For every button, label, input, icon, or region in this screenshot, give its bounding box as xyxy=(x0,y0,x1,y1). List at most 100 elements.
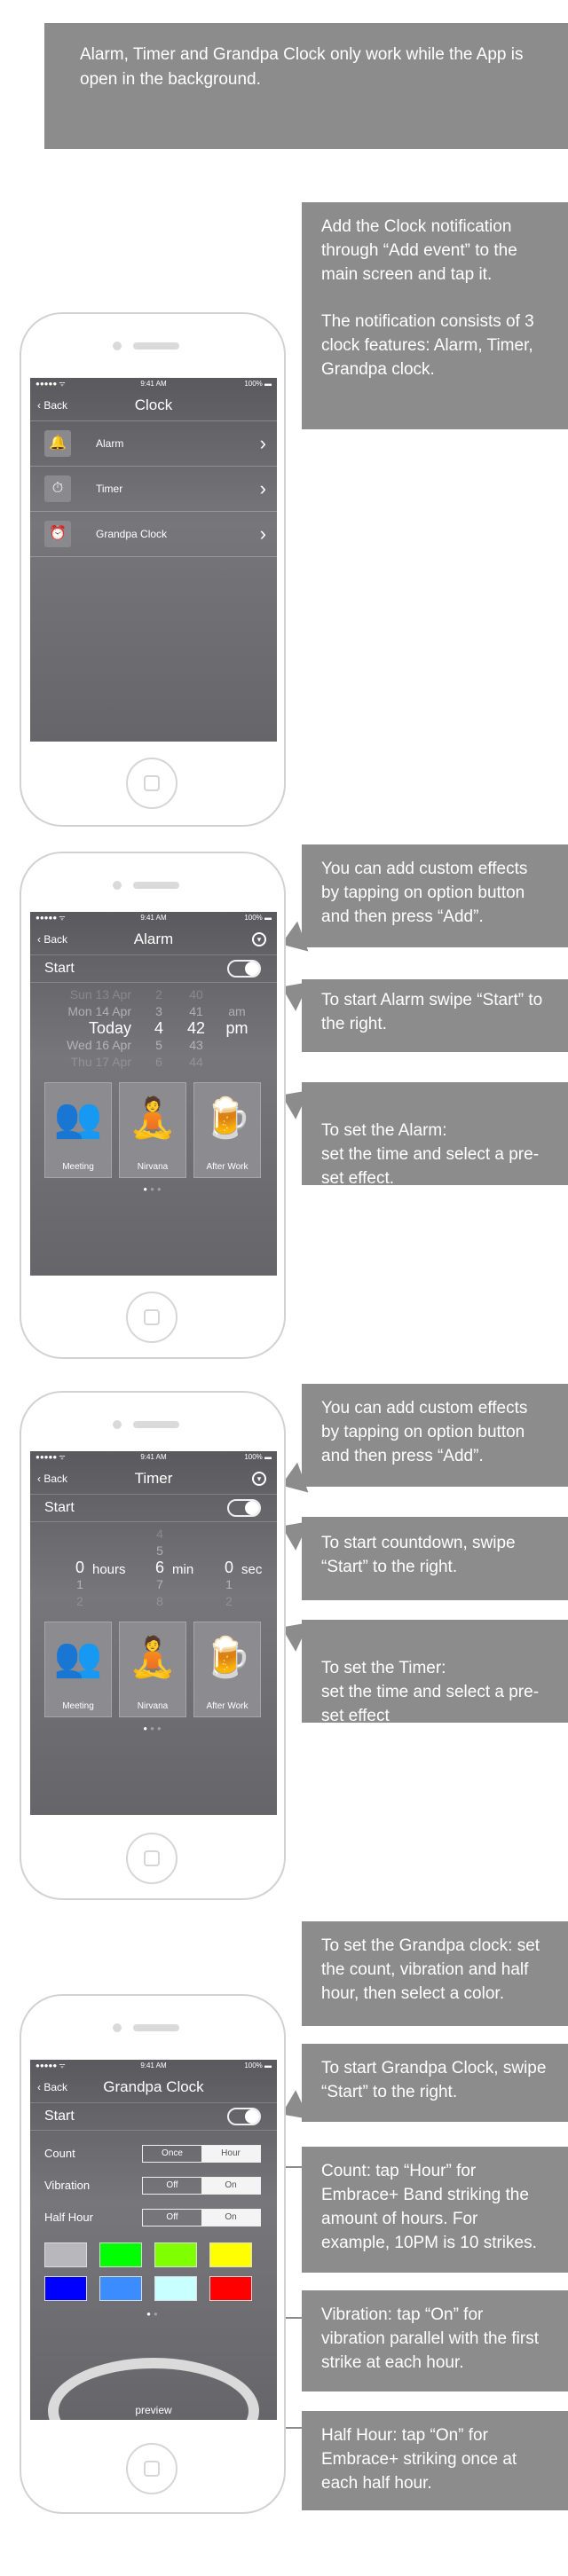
grandpa-start-callout-text: To start Grandpa Clock, swipe “Start” to… xyxy=(321,2059,547,2101)
start-toggle[interactable] xyxy=(227,1499,261,1517)
effect-meeting[interactable]: 👥 Meeting xyxy=(44,1082,112,1178)
effect-nirvana[interactable]: 🧘 Nirvana xyxy=(119,1622,186,1717)
alarm-clock-icon: ⏰ xyxy=(44,521,71,547)
half-hour-row: Half Hour Off On xyxy=(30,2202,277,2234)
alarm-set-callout-text: To set the Alarm: set the time and selec… xyxy=(321,1121,540,1188)
bell-icon: 🔔 xyxy=(44,430,71,457)
speaker xyxy=(133,1421,179,1428)
vibration-option-on[interactable]: On xyxy=(201,2178,260,2194)
ampm-column[interactable]: x am pm xyxy=(222,986,252,1037)
effect-label: Meeting xyxy=(62,1162,94,1172)
battery-indicator: 100% ▬ xyxy=(244,380,272,388)
nav-bar: ‹ Back Clock xyxy=(30,390,277,420)
vibration-option-off[interactable]: Off xyxy=(143,2178,201,2194)
timer-start-callout-text: To start countdown, swipe “Start” to the… xyxy=(321,1534,516,1576)
effect-meeting[interactable]: 👥 Meeting xyxy=(44,1622,112,1717)
grandpa-count-callout-text: Count: tap “Hour” for Embrace+ Band stri… xyxy=(321,2162,537,2252)
seconds-unit: sec xyxy=(241,1562,263,1577)
hour-column[interactable]: 2 3 4 5 6 xyxy=(146,986,172,1071)
menu-item-label: Timer xyxy=(96,483,123,495)
alarm-options-callout-text: You can add custom effects by tapping on… xyxy=(321,860,528,926)
preview-band[interactable]: preview xyxy=(30,2358,277,2420)
seconds-column[interactable]: 0 1 2 xyxy=(220,1559,238,1610)
status-time: 9:41 AM xyxy=(140,914,167,922)
menu-item-timer[interactable]: ⏱ Timer › xyxy=(30,466,277,511)
effect-nirvana[interactable]: 🧘 Nirvana xyxy=(119,1082,186,1178)
picker-hour: 6 xyxy=(155,1055,162,1069)
minute-column[interactable]: 40 41 42 43 44 xyxy=(181,986,211,1071)
clock-callout-text-2: The notification consists of 3 clock fea… xyxy=(321,312,534,379)
chevron-right-icon: › xyxy=(259,522,266,545)
effects-row: 👥 Meeting 🧘 Nirvana 🍺 After Work xyxy=(30,1082,277,1180)
background-note: Alarm, Timer and Grandpa Clock only work… xyxy=(44,23,568,149)
battery-indicator: 100% ▬ xyxy=(244,2062,272,2069)
vibration-label: Vibration xyxy=(44,2179,91,2192)
color-swatch[interactable] xyxy=(154,2242,197,2267)
count-option-hour[interactable]: Hour xyxy=(201,2146,260,2162)
picker-seconds: 1 xyxy=(225,1577,233,1591)
effect-label: Nirvana xyxy=(137,1162,169,1172)
grandpa-count-callout: Count: tap “Hour” for Embrace+ Band stri… xyxy=(302,2147,568,2273)
effect-after-work[interactable]: 🍺 After Work xyxy=(193,1082,261,1178)
color-swatch[interactable] xyxy=(99,2242,142,2267)
half-hour-option-off[interactable]: Off xyxy=(143,2210,201,2226)
color-swatch[interactable] xyxy=(209,2276,252,2301)
color-swatch[interactable] xyxy=(99,2276,142,2301)
status-bar: ●●●●● ᯤ 9:41 AM 100% ▬ xyxy=(30,1451,277,1464)
color-swatch[interactable] xyxy=(44,2242,87,2267)
clock-callout-text-1: Add the Clock notification through “Add … xyxy=(321,217,517,284)
grandpa-vibration-callout: Vibration: tap “On” for vibration parall… xyxy=(302,2290,568,2391)
picker-hour-selected: 4 xyxy=(154,1019,163,1037)
speaker xyxy=(133,2024,179,2031)
picker-minute: 43 xyxy=(189,1038,203,1052)
effect-after-work[interactable]: 🍺 After Work xyxy=(193,1622,261,1717)
picker-minute-selected: 42 xyxy=(186,1019,206,1037)
stopwatch-icon: ⏱ xyxy=(44,475,71,502)
home-button[interactable] xyxy=(126,1292,178,1343)
start-toggle[interactable] xyxy=(227,2108,261,2125)
picker-seconds-selected: 0 xyxy=(224,1559,233,1576)
minutes-column[interactable]: 4 5 6 7 8 xyxy=(151,1526,169,1610)
options-button[interactable]: ▾ xyxy=(252,1472,266,1486)
picker-hour: 2 xyxy=(155,987,162,1001)
alarm-start-callout: To start Alarm swipe “Start” to the righ… xyxy=(302,979,568,1052)
menu-item-grandpa-clock[interactable]: ⏰ Grandpa Clock › xyxy=(30,511,277,557)
effects-row: 👥 Meeting 🧘 Nirvana 🍺 After Work xyxy=(30,1622,277,1719)
grandpa-start-callout: To start Grandpa Clock, swipe “Start” to… xyxy=(302,2044,568,2122)
start-label: Start xyxy=(44,961,75,976)
meeting-icon: 👥 xyxy=(53,1096,103,1140)
start-toggle[interactable] xyxy=(227,960,261,978)
home-button[interactable] xyxy=(126,758,178,809)
menu-item-alarm[interactable]: 🔔 Alarm › xyxy=(30,420,277,466)
grandpa-half-hour-callout: Half Hour: tap “On” for Embrace+ strikin… xyxy=(302,2411,568,2510)
picker-minutes: 8 xyxy=(156,1594,163,1608)
picker-hour: 3 xyxy=(155,1004,162,1018)
count-row: Count Once Hour xyxy=(30,2138,277,2170)
grandpa-vibration-callout-text: Vibration: tap “On” for vibration parall… xyxy=(321,2305,539,2372)
picker-minutes: 7 xyxy=(156,1577,163,1591)
grandpa-set-callout: To set the Grandpa clock: set the count,… xyxy=(302,1921,568,2026)
color-swatch[interactable] xyxy=(154,2276,197,2301)
day-column[interactable]: Sun 13 Apr Mon 14 Apr Today Wed 16 Apr T… xyxy=(43,986,131,1071)
color-swatch[interactable] xyxy=(209,2242,252,2267)
alarm-time-picker[interactable]: Sun 13 Apr Mon 14 Apr Today Wed 16 Apr T… xyxy=(30,986,277,1072)
phone-clock: ●●●●● ᯤ 9:41 AM 100% ▬ ‹ Back Clock 🔔 Al… xyxy=(20,312,286,827)
options-button[interactable]: ▾ xyxy=(252,932,266,946)
hours-column[interactable]: 0 1 2 xyxy=(71,1559,89,1610)
home-button[interactable] xyxy=(126,1833,178,1884)
count-option-once[interactable]: Once xyxy=(143,2146,201,2162)
picker-day: Thu 17 Apr xyxy=(70,1055,132,1069)
alarm-start-callout-text: To start Alarm swipe “Start” to the righ… xyxy=(321,991,543,1033)
half-hour-option-on[interactable]: On xyxy=(201,2210,260,2226)
alarm-options-callout: You can add custom effects by tapping on… xyxy=(302,844,568,947)
timer-options-callout-text: You can add custom effects by tapping on… xyxy=(321,1399,528,1465)
home-button[interactable] xyxy=(126,2443,178,2494)
timer-picker[interactable]: 0 1 2 hours 4 5 6 7 8 min 0 1 2 sec xyxy=(30,1526,277,1614)
picker-day-selected: Today xyxy=(88,1019,131,1037)
grandpa-half-hour-callout-text: Half Hour: tap “On” for Embrace+ strikin… xyxy=(321,2426,517,2493)
beer-mug-icon: 🍺 xyxy=(202,1096,252,1140)
picker-day: Mon 14 Apr xyxy=(67,1004,131,1018)
effect-label: Meeting xyxy=(62,1701,94,1711)
alarm-set-callout: To set the Alarm: set the time and selec… xyxy=(302,1082,568,1188)
color-swatch[interactable] xyxy=(44,2276,87,2301)
